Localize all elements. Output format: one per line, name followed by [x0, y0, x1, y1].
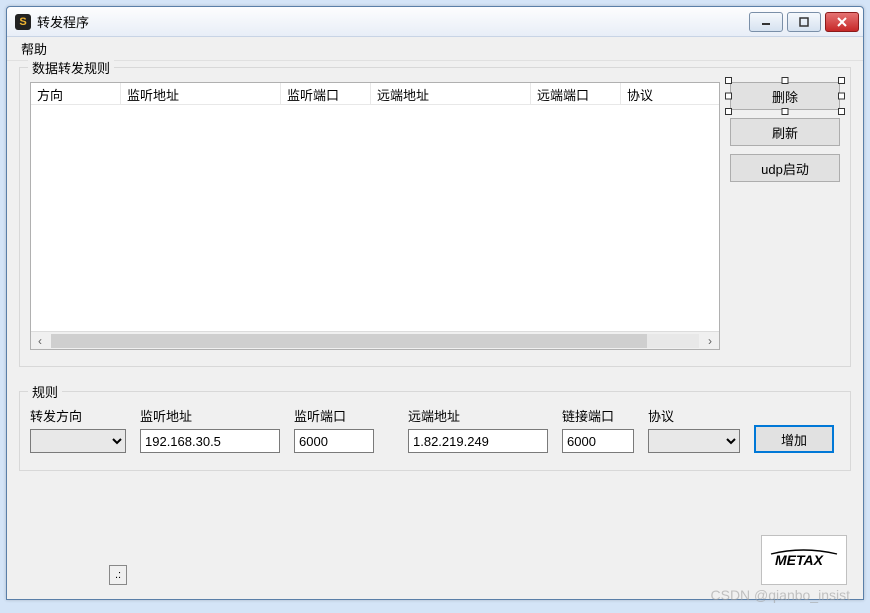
scroll-track[interactable]	[51, 334, 699, 348]
table-header: 方向 监听地址 监听端口 远端地址 远端端口 协议	[31, 83, 719, 105]
col-protocol[interactable]: 协议	[621, 83, 719, 104]
col-listen-port[interactable]: 监听端口	[281, 83, 371, 104]
scroll-right-icon[interactable]: ›	[701, 332, 719, 350]
metax-logo-icon: METAX	[767, 548, 841, 572]
add-button[interactable]: 增加	[754, 425, 834, 453]
label-listen-addr: 监听地址	[140, 406, 280, 425]
rules-table: 方向 监听地址 监听端口 远端地址 远端端口 协议 ‹ ›	[30, 82, 720, 350]
app-window: S 转发程序 帮助 数据转发规则 方向 监听地址 监听端口	[6, 6, 864, 600]
horizontal-scrollbar[interactable]: ‹ ›	[31, 331, 719, 349]
label-remote-addr: 远端地址	[408, 406, 548, 425]
side-buttons: 删除 刷新 udp启动	[730, 82, 840, 356]
window-controls	[749, 12, 859, 32]
field-listen-addr: 监听地址	[140, 406, 280, 453]
input-conn-port[interactable]	[562, 429, 634, 453]
form-row: 转发方向 监听地址 监听端口 远端地址 链接端口	[30, 406, 840, 453]
content-area: 数据转发规则 方向 监听地址 监听端口 远端地址 远端端口 协议 ‹ ›	[7, 61, 863, 599]
input-remote-addr[interactable]	[408, 429, 548, 453]
tiny-indicator[interactable]: .:	[109, 565, 127, 585]
field-listen-port: 监听端口	[294, 406, 374, 453]
col-listen-addr[interactable]: 监听地址	[121, 83, 281, 104]
rules-groupbox: 数据转发规则 方向 监听地址 监听端口 远端地址 远端端口 协议 ‹ ›	[19, 67, 851, 367]
minimize-button[interactable]	[749, 12, 783, 32]
scroll-left-icon[interactable]: ‹	[31, 332, 49, 350]
refresh-button[interactable]: 刷新	[730, 118, 840, 146]
app-icon: S	[15, 14, 31, 30]
field-remote-addr: 远端地址	[408, 406, 548, 453]
window-title: 转发程序	[37, 12, 749, 31]
label-listen-port: 监听端口	[294, 406, 374, 425]
select-direction[interactable]	[30, 429, 126, 453]
col-remote-port[interactable]: 远端端口	[531, 83, 621, 104]
label-protocol: 协议	[648, 406, 740, 425]
udp-start-button[interactable]: udp启动	[730, 154, 840, 182]
col-direction[interactable]: 方向	[31, 83, 121, 104]
field-conn-port: 链接端口	[562, 406, 634, 453]
svg-text:METAX: METAX	[775, 552, 825, 568]
input-listen-addr[interactable]	[140, 429, 280, 453]
close-button[interactable]	[825, 12, 859, 32]
select-protocol[interactable]	[648, 429, 740, 453]
field-direction: 转发方向	[30, 406, 126, 453]
scroll-thumb[interactable]	[51, 334, 647, 348]
delete-button[interactable]: 删除	[730, 82, 840, 110]
form-group-title: 规则	[28, 382, 62, 401]
maximize-button[interactable]	[787, 12, 821, 32]
logo-box: METAX	[761, 535, 847, 585]
input-listen-port[interactable]	[294, 429, 374, 453]
label-conn-port: 链接端口	[562, 406, 634, 425]
form-groupbox: 规则 转发方向 监听地址 监听端口 远端地址	[19, 391, 851, 471]
label-direction: 转发方向	[30, 406, 126, 425]
rules-group-title: 数据转发规则	[28, 58, 114, 77]
menu-bar: 帮助	[7, 37, 863, 61]
title-bar: S 转发程序	[7, 7, 863, 37]
col-remote-addr[interactable]: 远端地址	[371, 83, 531, 104]
field-protocol: 协议	[648, 406, 740, 453]
table-body[interactable]	[31, 105, 719, 331]
bottom-area: .: METAX	[19, 535, 851, 585]
